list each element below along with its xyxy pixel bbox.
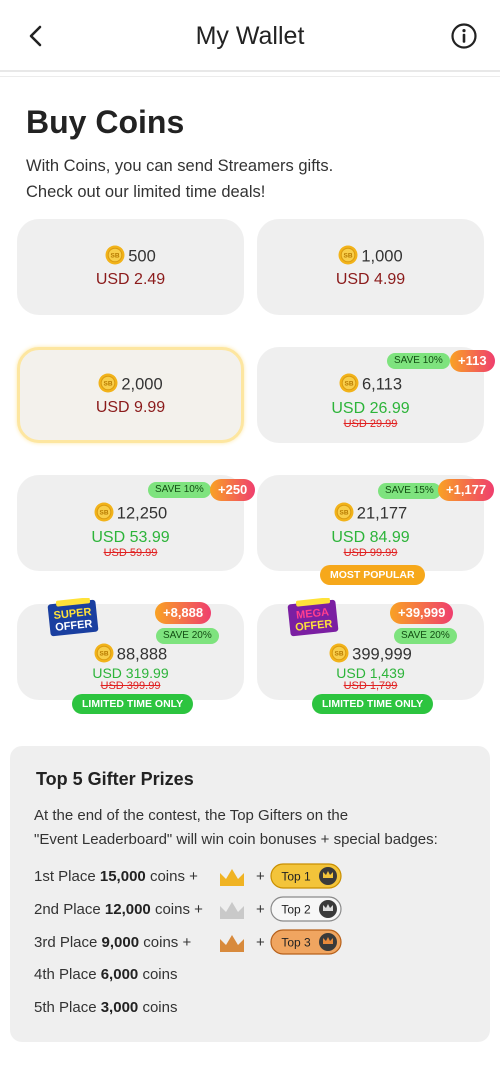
coin-amount: 2,000: [121, 375, 163, 394]
bonus-badge: +250: [210, 479, 256, 501]
prize-row-1: 1st Place 15,000 coins +: [34, 868, 198, 885]
package-coins: SB 1,000: [257, 245, 484, 267]
bonus-badge: +8,888: [155, 602, 212, 624]
coin-package-1000[interactable]: SB 1,000 USD 4.99: [257, 219, 484, 315]
svg-text:SB: SB: [99, 651, 108, 658]
prizes-text-1: At the end of the contest, the Top Gifte…: [34, 807, 349, 824]
coin-package-399999[interactable]: MEGA OFFER +39,999 SAVE 20% SB 399,999 US…: [257, 598, 484, 700]
coin-amount: 1,000: [361, 247, 403, 266]
coin-icon: SB: [98, 373, 118, 393]
coin-package-500[interactable]: SB 500 USD 2.49: [17, 219, 244, 315]
old-price: USD 399.99: [100, 680, 161, 692]
mega-offer-icon: MEGA OFFER: [287, 598, 339, 637]
coin-package-88888[interactable]: SUPER OFFER +8,888 SAVE 20% SB 88,888 USD…: [17, 598, 244, 700]
app-header: My Wallet: [0, 0, 500, 72]
most-popular-tag: MOST POPULAR: [320, 565, 425, 585]
coin-amount: 88,888: [116, 645, 168, 664]
intro-line-1: With Coins, you can send Streamers gifts…: [26, 157, 334, 175]
gold-crown-icon: [220, 869, 244, 886]
old-price: USD 1,799: [343, 680, 398, 692]
package-price: USD 9.99: [95, 399, 166, 416]
info-icon[interactable]: [450, 22, 478, 50]
intro-line-2: Check out our limited time deals!: [26, 183, 266, 201]
plus-sign: +: [256, 901, 265, 918]
coin-package-6113[interactable]: SAVE 10% +113 SB 6,113 USD 26.99 USD 29.9…: [257, 347, 495, 443]
coin-amount: 399,999: [352, 645, 412, 664]
prizes-title: Top 5 Gifter Prizes: [36, 769, 194, 789]
coin-icon: SB: [339, 373, 359, 393]
coin-icon: SB: [338, 245, 358, 265]
save-badge: SAVE 10%: [148, 482, 211, 498]
coin-amount: 12,250: [116, 504, 168, 523]
header-divider: [0, 76, 500, 77]
svg-text:SB: SB: [344, 381, 353, 388]
prizes-text-2: "Event Leaderboard" will win coin bonuse…: [34, 831, 438, 848]
svg-text:Top 3: Top 3: [281, 936, 311, 950]
prize-row-5: 5th Place 3,000 coins: [34, 999, 178, 1016]
prize-row-4: 4th Place 6,000 coins: [34, 966, 178, 983]
silver-crown-icon: [220, 902, 244, 919]
package-coins: SB 399,999: [257, 643, 484, 665]
coin-amount: 21,177: [356, 504, 408, 523]
svg-text:SB: SB: [344, 253, 353, 260]
plus-sign: +: [256, 868, 265, 885]
svg-text:SB: SB: [339, 510, 348, 517]
top-2-badge-icon: Top 2: [270, 896, 342, 922]
save-badge: SAVE 15%: [378, 483, 441, 499]
package-coins: SB 2,000: [20, 373, 241, 395]
package-price: USD 2.49: [95, 271, 166, 288]
plus-sign: +: [256, 934, 265, 951]
save-badge: SAVE 20%: [394, 628, 457, 644]
package-price: USD 1,439: [336, 665, 405, 681]
package-coins: SB 21,177: [257, 502, 484, 524]
limited-time-tag: LIMITED TIME ONLY: [312, 694, 434, 714]
save-badge: SAVE 20%: [156, 628, 219, 644]
svg-text:SB: SB: [104, 381, 113, 388]
buy-coins-heading: Buy Coins: [26, 104, 185, 140]
package-price: USD 26.99: [331, 400, 410, 417]
coin-amount: 6,113: [361, 375, 403, 394]
coin-package-12250[interactable]: SAVE 10% +250 SB 12,250 USD 53.99 USD 59.…: [17, 475, 256, 571]
svg-text:SB: SB: [111, 253, 120, 260]
svg-text:SB: SB: [99, 510, 108, 517]
super-offer-icon: SUPER OFFER: [47, 598, 99, 637]
top-1-badge-icon: Top 1: [270, 863, 342, 889]
package-coins: SB 12,250: [17, 502, 244, 524]
save-badge: SAVE 10%: [387, 353, 450, 369]
bonus-badge: +1,177: [438, 479, 495, 501]
package-coins: SB 88,888: [17, 643, 244, 665]
bronze-crown-icon: [220, 935, 244, 952]
limited-time-tag: LIMITED TIME ONLY: [72, 694, 194, 714]
prize-row-2: 2nd Place 12,000 coins +: [34, 901, 203, 918]
coin-icon: SB: [329, 643, 349, 663]
gifter-prizes-panel: Top 5 Gifter Prizes At the end of the co…: [10, 746, 490, 1042]
coin-amount: 500: [128, 247, 156, 266]
svg-text:Top 1: Top 1: [281, 870, 311, 884]
svg-text:SB: SB: [335, 651, 344, 658]
package-coins: SB 500: [17, 245, 244, 267]
old-price: USD 29.99: [343, 418, 398, 430]
package-price: USD 53.99: [91, 529, 170, 546]
package-price: USD 84.99: [331, 529, 410, 546]
top-3-badge-icon: Top 3: [270, 929, 342, 955]
old-price: USD 59.99: [103, 547, 158, 559]
old-price: USD 99.99: [343, 547, 398, 559]
package-price: USD 319.99: [92, 665, 169, 681]
coin-icon: SB: [105, 245, 125, 265]
coin-icon: SB: [94, 643, 114, 663]
page-title: My Wallet: [195, 22, 305, 50]
coin-icon: SB: [334, 502, 354, 522]
prize-row-3: 3rd Place 9,000 coins +: [34, 934, 192, 951]
package-price: USD 4.99: [335, 271, 406, 288]
coin-package-2000-selected[interactable]: SB 2,000 USD 9.99: [17, 347, 244, 443]
bonus-badge: +39,999: [390, 602, 454, 624]
coin-package-21177[interactable]: SAVE 15% +1,177 SB 21,177 USD 84.99 USD 9…: [257, 475, 495, 571]
svg-text:Top 2: Top 2: [281, 903, 311, 917]
package-coins: SB 6,113: [257, 373, 484, 395]
prizes-description: At the end of the contest, the Top Gifte…: [34, 804, 484, 852]
coin-icon: SB: [94, 502, 114, 522]
bonus-badge: +113: [450, 350, 495, 372]
intro-text: With Coins, you can send Streamers gifts…: [26, 153, 333, 205]
